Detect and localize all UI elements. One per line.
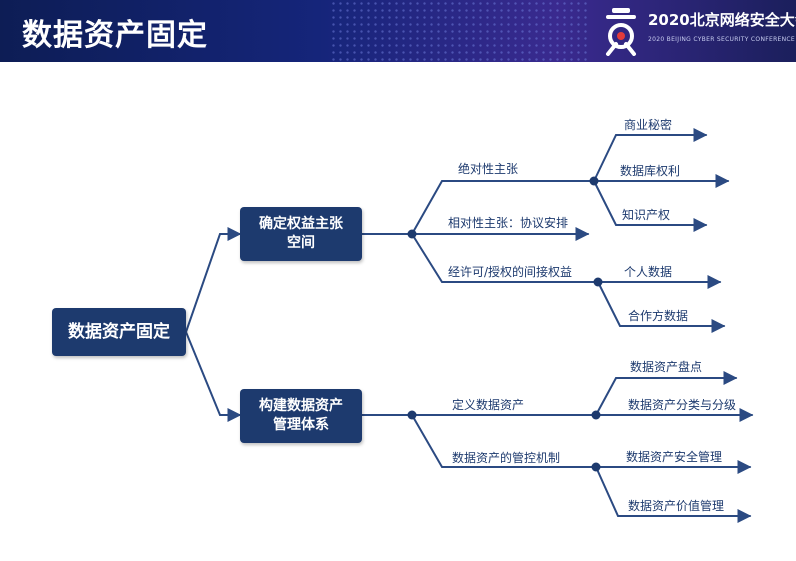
leaf-trade-secret: 商业秘密 bbox=[624, 118, 673, 132]
junction-dot-absolute bbox=[589, 176, 599, 186]
junction-dot-branch2 bbox=[407, 410, 417, 420]
item-licensed-interest: 经许可/授权的间接权益 bbox=[448, 265, 573, 279]
page-title: 数据资产固定 bbox=[22, 18, 208, 53]
item-define-assets: 定义数据资产 bbox=[452, 398, 525, 412]
branch-node-management-system-line1: 构建数据资产 bbox=[259, 398, 343, 415]
connector-root-branch2 bbox=[185, 331, 242, 422]
junction-dot-control bbox=[591, 462, 601, 472]
leaf-security-management: 数据资产安全管理 bbox=[626, 450, 723, 464]
leaf-ip: 知识产权 bbox=[622, 208, 671, 222]
item-control-mechanism: 数据资产的管控机制 bbox=[452, 451, 561, 465]
junction-dot-branch1 bbox=[407, 229, 417, 239]
item-absolute-claim: 绝对性主张 bbox=[458, 162, 519, 176]
junction-dot-define bbox=[591, 410, 601, 420]
item-relative-claim: 相对性主张：协议安排 bbox=[448, 216, 569, 230]
header-banner: 数据资产固定 2020北京网络安全大会 2020 BEIJING CYBER S… bbox=[0, 0, 796, 62]
branch-node-rights-claim-line2: 空间 bbox=[287, 235, 315, 251]
conference-name: 2020北京网络安全大会 bbox=[648, 11, 796, 29]
leaf-classification: 数据资产分类与分级 bbox=[628, 398, 737, 412]
leaf-partner-data: 合作方数据 bbox=[628, 309, 689, 323]
leaf-value-management: 数据资产价值管理 bbox=[628, 499, 725, 513]
conference-subtitle: 2020 BEIJING CYBER SECURITY CONFERENCE bbox=[648, 36, 795, 43]
root-node-label: 数据资产固定 bbox=[68, 321, 170, 342]
leaf-personal-data: 个人数据 bbox=[624, 265, 673, 279]
root-node: 数据资产固定 bbox=[52, 308, 186, 356]
branch-node-management-system: 构建数据资产 管理体系 bbox=[240, 389, 362, 443]
branch-node-rights-claim-line1: 确定权益主张 bbox=[259, 216, 343, 233]
connector-root-branch1 bbox=[185, 227, 242, 333]
branch-node-rights-claim: 确定权益主张 空间 bbox=[240, 207, 362, 261]
branch-node-management-system-line2: 管理体系 bbox=[273, 417, 329, 433]
leaf-database-right: 数据库权利 bbox=[620, 164, 681, 178]
leaf-asset-inventory: 数据资产盘点 bbox=[630, 360, 703, 374]
junction-dot-licensed bbox=[593, 277, 603, 287]
conference-logo-icon bbox=[606, 8, 636, 56]
